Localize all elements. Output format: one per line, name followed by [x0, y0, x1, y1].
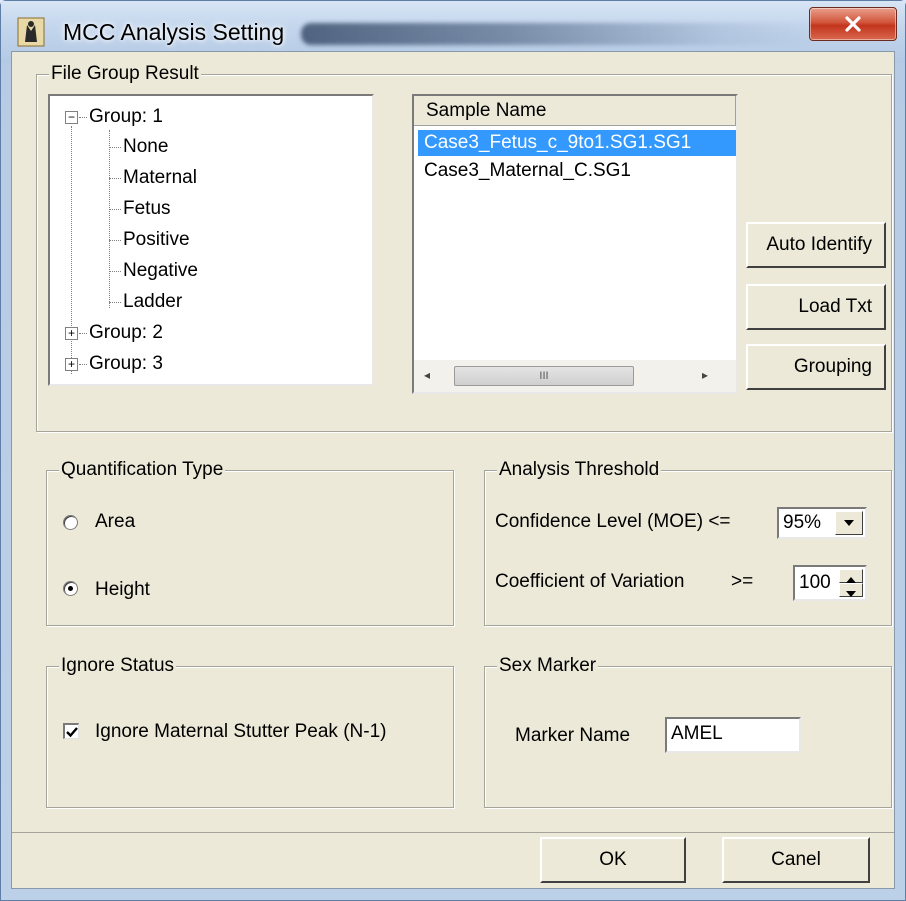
- scroll-left-arrow-icon[interactable]: ◂: [424, 368, 430, 382]
- area-radio[interactable]: [63, 515, 78, 530]
- title-bar-decoration: [301, 23, 821, 45]
- tree-connector-line: [79, 364, 87, 365]
- scrollbar-grip-icon: III: [539, 370, 549, 382]
- tree-connector-line: [109, 302, 121, 303]
- confidence-level-value: 95%: [783, 512, 822, 533]
- auto-identify-label: Auto Identify: [766, 234, 872, 255]
- radio-selected-dot: [68, 586, 73, 591]
- close-button[interactable]: [809, 7, 897, 41]
- analysis-threshold-label: Analysis Threshold: [497, 458, 662, 482]
- cv-operator-label: >=: [731, 571, 754, 592]
- marker-name-input[interactable]: AMEL: [665, 717, 801, 753]
- window-title: MCC Analysis Setting: [63, 19, 285, 45]
- checkmark-icon: [66, 727, 78, 738]
- column-header-label: Sample Name: [426, 100, 547, 121]
- load-txt-button[interactable]: Load Txt: [746, 284, 886, 330]
- sample-list-row[interactable]: Case3_Maternal_C.SG1: [418, 158, 736, 184]
- tree-connector-line: [109, 178, 121, 179]
- scroll-right-arrow-icon[interactable]: ▸: [702, 368, 708, 382]
- height-radio-label[interactable]: Height: [95, 579, 150, 601]
- tree-item-label: Ladder: [123, 291, 183, 312]
- tree-connector-line: [109, 209, 121, 210]
- confidence-level-select[interactable]: 95%: [777, 507, 867, 539]
- ok-button-label: OK: [599, 849, 627, 870]
- tree-connector-line: [109, 130, 110, 308]
- coefficient-of-variation-label: Coefficient of Variation: [495, 571, 685, 592]
- dialog-client-area: File Group Result − Group: 1 None Matern…: [11, 51, 895, 889]
- sample-name-column-header[interactable]: Sample Name: [414, 96, 736, 126]
- sample-list-view[interactable]: Sample Name Case3_Fetus_c_9to1.SG1.SG1 C…: [412, 94, 738, 394]
- chevron-down-icon: [844, 520, 854, 526]
- area-radio-label[interactable]: Area: [95, 511, 135, 533]
- sex-marker-box: Sex Marker Marker Name AMEL: [484, 654, 892, 808]
- cv-value: 100: [799, 572, 831, 593]
- arrow-down-icon: [846, 591, 856, 597]
- quantification-type-label: Quantification Type: [59, 458, 226, 482]
- quantification-type-box: Quantification Type Area Height: [46, 458, 454, 626]
- coefficient-of-variation-stepper[interactable]: 100: [793, 565, 867, 601]
- grouping-label: Grouping: [793, 356, 872, 377]
- dropdown-button[interactable]: [835, 511, 863, 535]
- sex-marker-label: Sex Marker: [497, 654, 599, 678]
- tree-connector-line: [79, 117, 87, 118]
- analysis-threshold-box: Analysis Threshold Confidence Level (MOE…: [484, 458, 892, 626]
- marker-name-label: Marker Name: [515, 725, 631, 746]
- ignore-stutter-label[interactable]: Ignore Maternal Stutter Peak (N-1): [95, 721, 386, 743]
- sample-name: Case3_Maternal_C.SG1: [424, 160, 631, 181]
- group-tree-view[interactable]: − Group: 1 None Maternal Fetus Positive: [48, 94, 374, 386]
- dialog-footer: OK Canel: [12, 832, 894, 888]
- scrollbar-thumb[interactable]: III: [454, 366, 634, 386]
- ignore-status-box: Ignore Status Ignore Maternal Stutter Pe…: [46, 654, 454, 808]
- ignore-stutter-checkbox[interactable]: [63, 723, 79, 739]
- tree-item-label: Positive: [123, 229, 190, 250]
- ignore-status-label: Ignore Status: [59, 654, 177, 678]
- marker-name-value: AMEL: [671, 723, 723, 744]
- tree-item-label: Negative: [123, 260, 198, 281]
- tree-item-label: None: [123, 136, 169, 157]
- load-txt-label: Load Txt: [798, 296, 872, 317]
- tree-connector-line: [109, 240, 121, 241]
- sample-list-row-selected[interactable]: Case3_Fetus_c_9to1.SG1.SG1: [418, 130, 736, 156]
- tree-connector-line: [109, 147, 121, 148]
- confidence-level-label: Confidence Level (MOE) <=: [495, 511, 731, 532]
- close-icon: [845, 16, 861, 32]
- tree-item-label: Group: 1: [89, 106, 163, 127]
- tree-connector-line: [109, 271, 121, 272]
- sample-name: Case3_Fetus_c_9to1.SG1.SG1: [424, 132, 692, 153]
- tree-item-label: Fetus: [123, 198, 171, 219]
- dialog-window: MCC Analysis Setting File Group Result −…: [0, 0, 906, 901]
- horizontal-scrollbar[interactable]: ◂ III ▸: [414, 360, 736, 392]
- cancel-button-label: Canel: [771, 849, 821, 870]
- file-group-result-label: File Group Result: [49, 62, 201, 86]
- grouping-button[interactable]: Grouping: [746, 344, 886, 390]
- tree-connector-line: [79, 333, 87, 334]
- ok-button[interactable]: OK: [540, 837, 686, 883]
- tree-item-label: Group: 3: [89, 353, 163, 374]
- auto-identify-button[interactable]: Auto Identify: [746, 222, 886, 268]
- tree-item-label: Maternal: [123, 167, 197, 188]
- cancel-button[interactable]: Canel: [722, 837, 870, 883]
- tree-item-label: Group: 2: [89, 322, 163, 343]
- expand-icon[interactable]: +: [65, 327, 78, 340]
- app-icon: [17, 17, 45, 47]
- expand-icon[interactable]: +: [65, 358, 78, 371]
- collapse-icon[interactable]: −: [65, 111, 78, 124]
- stepper-up-button[interactable]: [839, 569, 863, 583]
- height-radio[interactable]: [63, 581, 78, 596]
- stepper-down-button[interactable]: [839, 583, 863, 597]
